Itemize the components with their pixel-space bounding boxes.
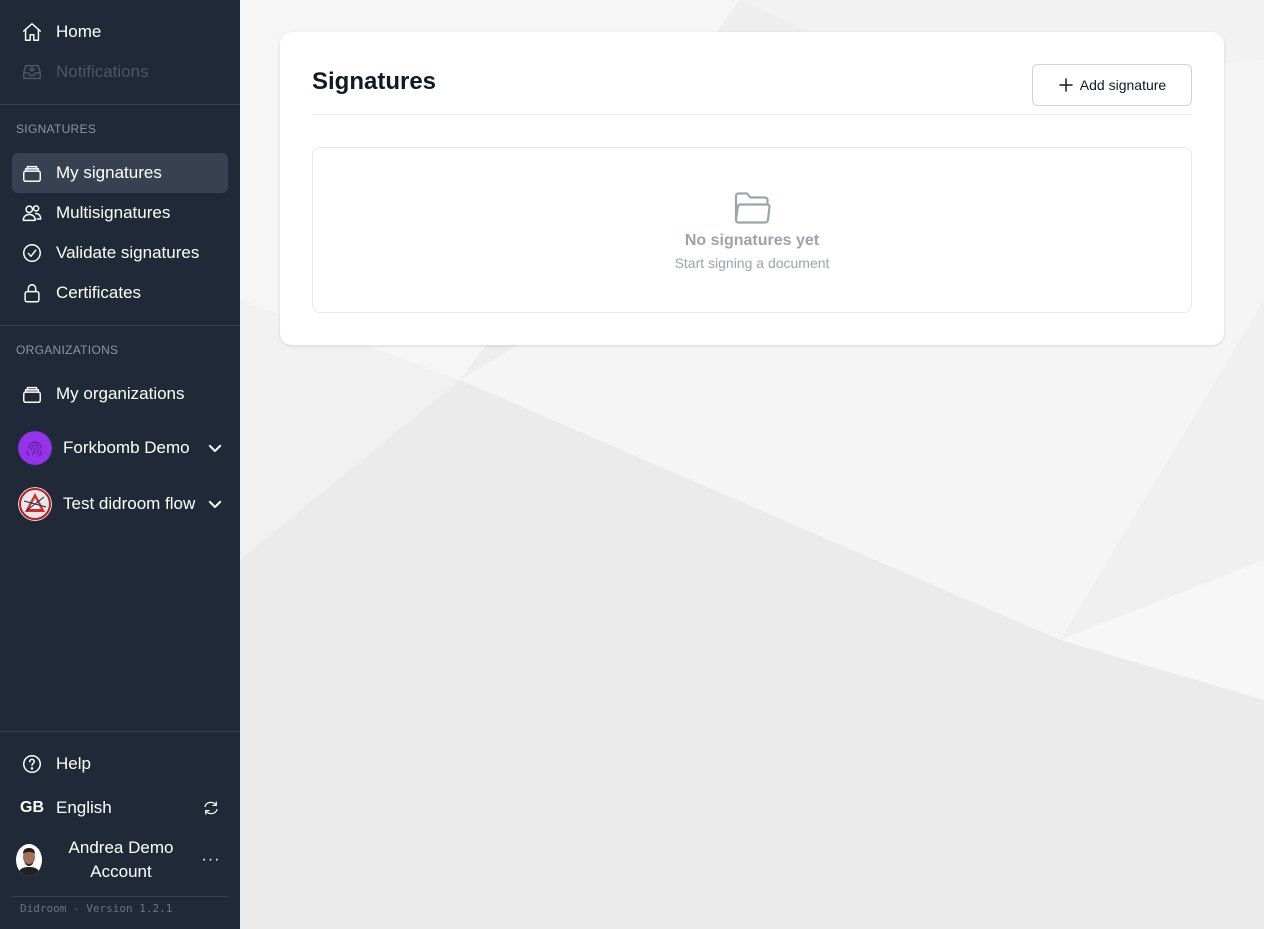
org-name: Test didroom flow <box>63 494 196 513</box>
empty-state-subtitle: Start signing a document <box>674 255 830 271</box>
chevron-down-icon[interactable] <box>206 439 224 457</box>
home-icon <box>20 20 44 44</box>
add-signature-button[interactable]: Add signature <box>1032 64 1192 106</box>
org-avatar-fingerprint <box>18 431 52 465</box>
empty-state: No signatures yet Start signing a docume… <box>312 147 1192 313</box>
section-label-signatures: SIGNATURES <box>16 122 97 136</box>
nav-notifications: Notifications <box>12 52 228 92</box>
language-code: GB <box>20 799 44 816</box>
refresh-icon[interactable] <box>202 799 220 817</box>
inbox-icon <box>20 60 44 84</box>
org-avatar-logo <box>18 487 52 521</box>
section-label-organizations: ORGANIZATIONS <box>16 343 119 357</box>
user-name: Andrea Demo Account <box>68 838 174 881</box>
org-item-test-didroom-flow[interactable]: Test didroom flow <box>12 482 228 526</box>
nav-notifications-label: Notifications <box>56 62 149 81</box>
nav-home[interactable]: Home <box>12 12 228 52</box>
nav-certificates-label: Certificates <box>56 283 142 302</box>
org-item-forkbomb-demo[interactable]: Forkbomb Demo <box>12 426 228 470</box>
nav-home-label: Home <box>56 22 102 41</box>
nav-help[interactable]: Help <box>12 744 228 784</box>
nav-multisignatures[interactable]: Multisignatures <box>12 193 228 233</box>
sidebar-divider <box>0 325 240 326</box>
check-circle-icon <box>20 241 44 265</box>
page-title: Signatures <box>312 68 437 95</box>
sidebar-divider <box>0 104 240 105</box>
plus-icon <box>1059 78 1073 92</box>
language-label: English <box>56 798 112 817</box>
nav-validate-signatures-label: Validate signatures <box>56 243 200 262</box>
nav-help-label: Help <box>56 754 91 773</box>
header-divider <box>312 114 1192 115</box>
nav-validate-signatures[interactable]: Validate signatures <box>12 233 228 273</box>
language-switcher[interactable]: GB English <box>12 788 228 828</box>
nav-my-organizations[interactable]: My organizations <box>12 374 228 414</box>
lock-icon <box>20 281 44 305</box>
version-text: Didroom - Version 1.2.1 <box>20 902 173 915</box>
folder-open-icon <box>734 192 771 224</box>
nav-multisignatures-label: Multisignatures <box>56 203 171 222</box>
more-options-icon[interactable]: ··· <box>200 851 222 869</box>
stack-icon <box>20 161 44 185</box>
signatures-card: Signatures Add signature No signatures y… <box>280 32 1224 345</box>
add-signature-label: Add signature <box>1079 77 1167 93</box>
help-circle-icon <box>20 752 44 776</box>
chevron-down-icon[interactable] <box>206 495 224 513</box>
user-account[interactable]: Andrea Demo Account ··· <box>12 838 228 882</box>
nav-certificates[interactable]: Certificates <box>12 273 228 313</box>
nav-my-signatures[interactable]: My signatures <box>12 153 228 193</box>
sidebar-divider <box>12 896 228 897</box>
nav-my-organizations-label: My organizations <box>56 384 185 403</box>
sidebar: Home Notifications SIGNATURES My signatu… <box>0 0 240 929</box>
sidebar-divider <box>0 731 240 732</box>
empty-state-title: No signatures yet <box>684 232 820 249</box>
nav-my-signatures-label: My signatures <box>56 163 162 182</box>
users-icon <box>20 201 44 225</box>
org-name: Forkbomb Demo <box>63 438 190 457</box>
avatar <box>16 844 42 876</box>
stack-icon <box>20 382 44 406</box>
